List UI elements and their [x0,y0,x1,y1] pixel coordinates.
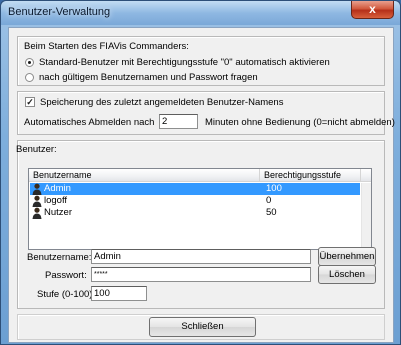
options-group: ✓ Speicherung des zuletzt angemeldeten B… [17,91,395,135]
users-list[interactable]: Benutzername Berechtigungsstufe Admin 10… [28,168,372,250]
radio-default-user-label[interactable]: Standard-Benutzer mit Berechtigungsstufe… [39,57,330,68]
user-row-admin[interactable]: Admin 100 [30,183,360,195]
user-level-cell: 0 [266,195,272,206]
level-label: Stufe (0-100): [37,289,96,300]
column-divider[interactable] [259,169,260,182]
save-username-label[interactable]: Speicherung des zuletzt angemeldeten Ben… [40,97,283,108]
close-window-button[interactable]: x [351,1,394,19]
user-icon [32,183,42,195]
radio-ask-credentials[interactable] [25,73,34,82]
auto-logout-suffix: Minuten ohne Bedienung (0=nicht abmelden… [205,117,395,128]
user-icon [32,207,42,219]
auto-logout-minutes-input[interactable]: 2 [159,114,198,129]
apply-button[interactable]: Übernehmen [318,247,376,266]
user-row-nutzer[interactable]: Nutzer 50 [30,207,360,219]
title-bar[interactable]: Benutzer-Verwaltung x [1,1,400,25]
auto-logout-prefix: Automatisches Abmelden nach [24,117,155,128]
username-label: Benutzername: [27,252,92,263]
column-header-username[interactable]: Benutzername [33,170,92,181]
user-row-logoff[interactable]: logoff 0 [30,195,360,207]
column-divider[interactable] [360,169,361,182]
user-name-cell: Nutzer [44,207,72,218]
user-level-cell: 50 [266,207,277,218]
window-title: Benutzer-Verwaltung [8,6,111,18]
user-level-cell: 100 [266,183,282,194]
startup-group: Beim Starten des FIAVis Commanders: Stan… [17,36,385,86]
users-heading: Benutzer: [16,144,57,155]
user-icon [32,195,42,207]
radio-ask-credentials-label[interactable]: nach gültigem Benutzernamen und Passwort… [39,72,258,83]
level-input[interactable]: 100 [91,286,147,301]
users-list-header: Benutzername Berechtigungsstufe [29,169,371,182]
password-input[interactable]: ***** [91,267,311,282]
user-name-cell: Admin [44,183,71,194]
startup-heading: Beim Starten des FIAVis Commanders: [24,41,189,52]
user-name-cell: logoff [44,195,68,206]
column-header-level[interactable]: Berechtigungsstufe [264,170,341,181]
users-list-scrollbar[interactable] [361,183,371,249]
close-button[interactable]: Schließen [149,317,256,337]
delete-button[interactable]: Löschen [318,265,376,284]
radio-default-user[interactable] [25,58,34,67]
user-management-window: Benutzer-Verwaltung x Beim Starten des F… [0,0,401,345]
username-input[interactable]: Admin [91,249,311,264]
save-username-checkbox[interactable]: ✓ [25,97,35,107]
dialog-client-area: Beim Starten des FIAVis Commanders: Stan… [8,27,395,343]
password-label: Passwort: [45,270,87,281]
